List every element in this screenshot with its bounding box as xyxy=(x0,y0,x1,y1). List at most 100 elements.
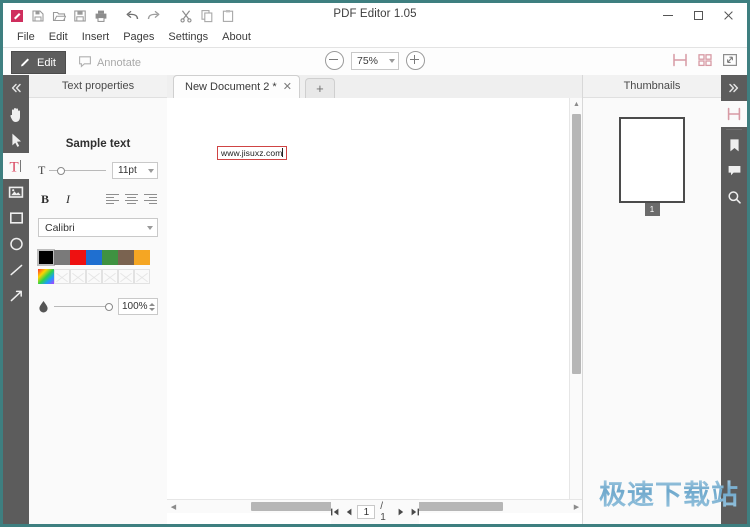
font-family-value: Calibri xyxy=(45,221,75,234)
text-properties-panel: Text properties Sample text T 11pt B I C… xyxy=(29,75,168,524)
split-view-icon[interactable] xyxy=(671,52,688,68)
font-size-slider[interactable] xyxy=(49,165,106,177)
recent-color-slot[interactable] xyxy=(70,269,86,284)
title-bar: PDF Editor 1.05 xyxy=(3,3,747,27)
rectangle-tool-icon[interactable] xyxy=(3,205,29,231)
text-caret xyxy=(282,148,284,157)
align-right-icon[interactable] xyxy=(143,192,158,206)
pdf-page[interactable]: www.jisuxz.com xyxy=(167,98,569,500)
window-title: PDF Editor 1.05 xyxy=(333,8,417,20)
first-page-button[interactable] xyxy=(329,505,340,519)
stepper-arrows-icon[interactable] xyxy=(149,302,155,311)
annotate-mode-button[interactable]: Annotate xyxy=(70,51,151,74)
recent-color-slot[interactable] xyxy=(54,269,70,284)
thumbnail-page-number: 1 xyxy=(644,203,660,216)
expand-panel-icon[interactable] xyxy=(721,75,747,101)
recent-color-slot[interactable] xyxy=(118,269,134,284)
next-page-button[interactable] xyxy=(396,505,407,519)
thumbnails-title: Thumbnails xyxy=(583,75,721,98)
opacity-stepper[interactable]: 100% xyxy=(118,298,158,315)
font-size-icon: T xyxy=(38,163,46,177)
slider-knob[interactable] xyxy=(105,302,113,311)
page-navigation: 1 / 1 xyxy=(329,501,421,523)
color-swatch-brown[interactable] xyxy=(118,250,134,265)
recent-color-slot[interactable] xyxy=(102,269,118,284)
slider-knob[interactable] xyxy=(57,166,66,175)
document-tab[interactable]: New Document 2 * ✕ xyxy=(173,75,300,98)
color-swatch-green[interactable] xyxy=(102,250,118,265)
color-swatch-gray[interactable] xyxy=(54,250,70,265)
total-pages-label: / 1 xyxy=(380,501,386,523)
align-center-icon[interactable] xyxy=(124,192,139,206)
ellipse-tool-icon[interactable] xyxy=(3,231,29,257)
select-tool-icon[interactable] xyxy=(3,127,29,153)
edit-mode-button[interactable]: Edit xyxy=(11,51,66,74)
previous-page-button[interactable] xyxy=(343,505,354,519)
text-tool-icon[interactable]: T xyxy=(3,153,29,179)
chevron-down-icon xyxy=(148,168,154,173)
font-size-select[interactable]: 11pt xyxy=(112,162,158,179)
new-tab-button[interactable]: + xyxy=(304,78,335,98)
edit-mode-label: Edit xyxy=(37,56,56,69)
menu-item-pages[interactable]: Pages xyxy=(116,29,161,45)
chevron-down-icon xyxy=(389,58,395,63)
vertical-scrollbar[interactable]: ▲ xyxy=(569,98,583,500)
comments-panel-icon[interactable] xyxy=(721,158,747,184)
color-swatch-blue[interactable] xyxy=(86,250,102,265)
pencil-icon xyxy=(19,55,32,71)
text-box-annotation[interactable]: www.jisuxz.com xyxy=(217,146,288,160)
alignment-buttons xyxy=(105,192,158,206)
thumbnail-item[interactable]: 1 xyxy=(619,117,685,216)
zoom-level-select[interactable]: 75% xyxy=(351,51,399,70)
menu-item-settings[interactable]: Settings xyxy=(161,29,215,45)
thumbnail-page-preview[interactable] xyxy=(619,117,685,203)
line-tool-icon[interactable] xyxy=(3,257,29,283)
image-tool-icon[interactable] xyxy=(3,179,29,205)
pages-panel-icon[interactable] xyxy=(721,101,747,127)
color-swatch-orange[interactable] xyxy=(134,250,150,265)
bold-button[interactable]: B xyxy=(38,191,52,207)
last-page-button[interactable] xyxy=(410,505,421,519)
custom-color-picker-icon[interactable] xyxy=(38,269,54,284)
arrow-tool-icon[interactable] xyxy=(3,283,29,309)
maximize-button[interactable] xyxy=(683,4,713,26)
zoom-controls: 75% xyxy=(325,51,425,70)
tool-rail: T xyxy=(3,75,29,524)
svg-text:T: T xyxy=(10,160,19,175)
text-properties-title: Text properties xyxy=(29,75,167,98)
text-box-value: www.jisuxz.com xyxy=(221,148,283,158)
menu-item-edit[interactable]: Edit xyxy=(42,29,75,45)
color-swatch-red[interactable] xyxy=(70,250,86,265)
font-family-select[interactable]: Calibri xyxy=(38,218,158,237)
recent-color-slot[interactable] xyxy=(86,269,102,284)
bookmarks-panel-icon[interactable] xyxy=(721,132,747,158)
menu-item-file[interactable]: File xyxy=(10,29,42,45)
page-canvas[interactable]: www.jisuxz.com xyxy=(167,98,583,500)
opacity-value: 100% xyxy=(122,301,148,312)
close-button[interactable] xyxy=(713,4,743,26)
recent-color-slot[interactable] xyxy=(134,269,150,284)
search-panel-icon[interactable] xyxy=(721,184,747,210)
italic-button[interactable]: I xyxy=(61,191,75,207)
close-icon[interactable]: ✕ xyxy=(283,81,292,93)
align-left-icon[interactable] xyxy=(105,192,120,206)
scroll-left-icon[interactable]: ◀ xyxy=(167,500,180,513)
color-swatch-black[interactable] xyxy=(37,249,55,266)
hand-tool-icon[interactable] xyxy=(3,101,29,127)
zoom-out-button[interactable] xyxy=(325,51,344,70)
sample-text-preview: Sample text xyxy=(65,138,131,150)
opacity-slider[interactable] xyxy=(54,301,113,313)
collapse-panel-icon[interactable] xyxy=(3,75,29,101)
zoom-in-button[interactable] xyxy=(406,51,425,70)
grid-view-icon[interactable] xyxy=(696,52,713,68)
vertical-scroll-thumb[interactable] xyxy=(572,114,581,374)
menu-item-insert[interactable]: Insert xyxy=(75,29,117,45)
minimize-button[interactable] xyxy=(653,4,683,26)
fit-screen-icon[interactable] xyxy=(721,52,738,68)
document-area: New Document 2 * ✕ + www.jisuxz.com ▲ ◀ … xyxy=(167,75,583,524)
color-swatch-row xyxy=(37,249,158,266)
view-mode-group xyxy=(671,52,738,68)
current-page-input[interactable]: 1 xyxy=(357,505,376,519)
menu-item-about[interactable]: About xyxy=(215,29,258,45)
window-controls xyxy=(653,3,743,27)
